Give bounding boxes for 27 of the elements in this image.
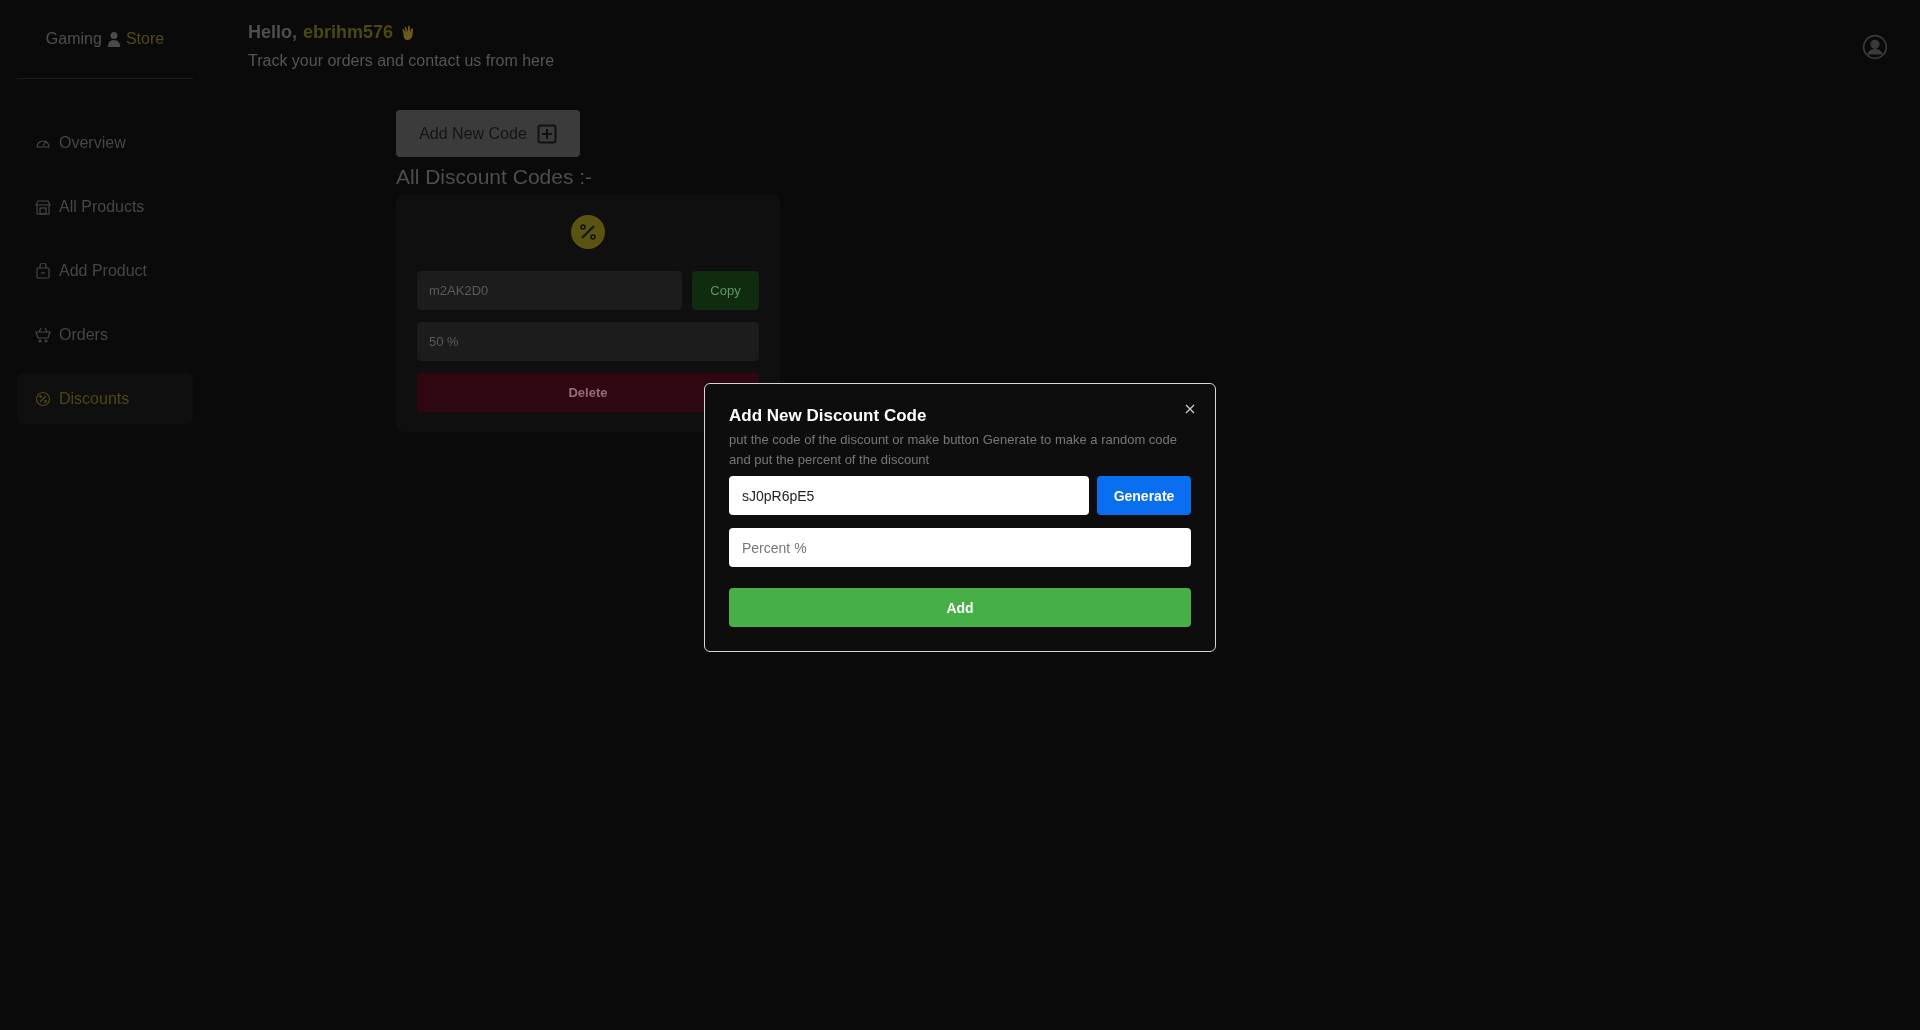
greeting: Hello,	[248, 22, 297, 43]
code-field[interactable]: m2AK2D0	[417, 271, 682, 310]
code-input[interactable]: sJ0pR6pE5	[729, 476, 1089, 515]
brand-name: Store	[125, 30, 165, 48]
sidebar-item[interactable]: All Products	[17, 181, 193, 232]
percent-field[interactable]: 50 %	[417, 322, 759, 361]
dialog-description: put the code of the discount or make button Generate to make a random code and put the percent of the discount	[729, 431, 1179, 469]
sidebar-item[interactable]: Discounts	[17, 373, 193, 424]
plus-square-icon	[536, 123, 557, 144]
sidebar-item[interactable]: Orders	[17, 309, 193, 360]
bag-icon	[35, 262, 51, 279]
brand-name: Gaming	[45, 30, 102, 48]
sidebar-item[interactable]: Overview	[17, 117, 193, 168]
sidebar-item[interactable]: Add Product	[17, 245, 193, 296]
copy-button[interactable]: Copy	[692, 271, 759, 310]
percent-icon	[571, 215, 605, 249]
section-title: All Discount Codes :-	[396, 165, 593, 189]
percent-input[interactable]: Percent %	[729, 528, 1191, 567]
add-button[interactable]: Add	[729, 588, 1191, 627]
store-icon	[35, 198, 51, 215]
person-icon	[106, 31, 121, 47]
cart-icon	[35, 326, 51, 343]
username: ebrihm576	[303, 22, 394, 43]
subtitle: Track your orders and contact us from here	[248, 52, 555, 70]
generate-button[interactable]: Generate	[1097, 476, 1191, 515]
percent-badge-icon	[35, 390, 51, 407]
close-icon[interactable]	[1184, 403, 1196, 415]
